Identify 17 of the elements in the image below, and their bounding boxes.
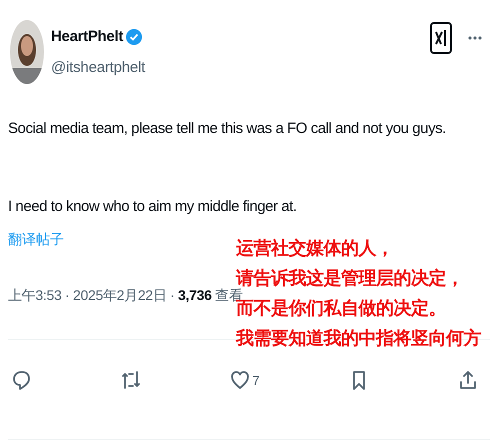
author-name[interactable]: HeartPhelt — [51, 28, 124, 45]
more-icon[interactable] — [468, 36, 482, 40]
share-icon — [458, 370, 478, 391]
reply-button[interactable] — [12, 370, 32, 391]
logo-icon[interactable] — [430, 22, 452, 54]
caption-text: 我需要知道我的中指将竖向何方 — [236, 327, 481, 351]
heart-icon — [230, 370, 250, 391]
share-button[interactable] — [458, 370, 478, 391]
repost-icon — [121, 370, 142, 391]
repost-button[interactable] — [121, 370, 142, 391]
author-handle[interactable]: @itsheartphelt — [51, 59, 146, 76]
heart-button[interactable]: 7 — [230, 370, 260, 391]
post-text: Social media team, please tell me this was a FO call and not you guys. — [8, 119, 447, 139]
reply-icon — [12, 370, 32, 391]
caption-text: 运营社交媒体的人， — [236, 237, 394, 261]
caption-text: 请告诉我这是管理层的决定， — [236, 267, 464, 289]
post-text: I need to know who to aim my middle finger at. — [8, 197, 298, 217]
